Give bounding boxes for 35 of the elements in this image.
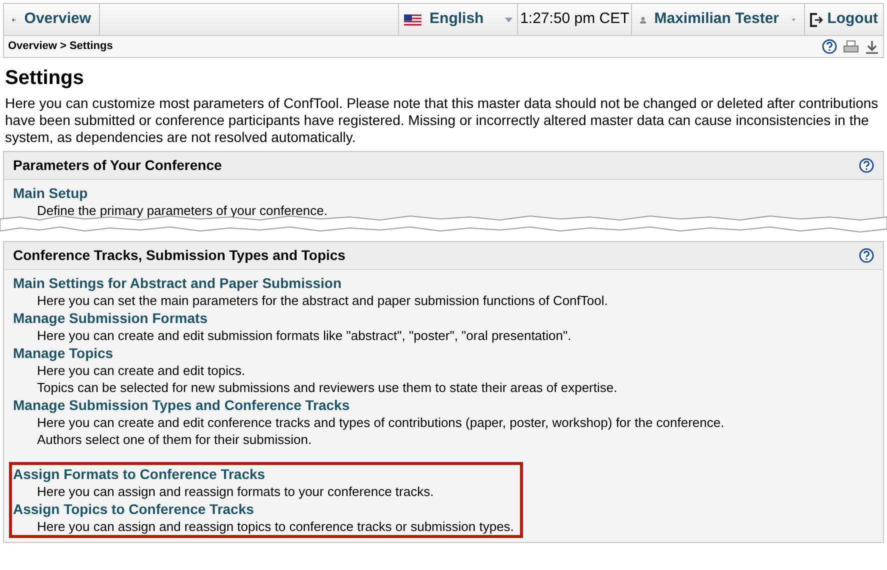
flag-icon <box>404 12 422 26</box>
settings-link[interactable]: Main Setup <box>13 184 88 202</box>
settings-link[interactable]: Manage Submission Types and Conference Tracks <box>13 396 350 414</box>
help-icon[interactable] <box>859 158 874 173</box>
settings-link[interactable]: Assign Formats to Conference Tracks <box>13 465 266 483</box>
breadcrumb: Overview > Settings <box>8 39 113 54</box>
description-text: Define the primary parameters of your conference. <box>36 202 328 219</box>
language-dropdown[interactable]: English <box>399 4 518 35</box>
caret-icon <box>791 16 796 24</box>
help-icon[interactable] <box>822 39 837 54</box>
description-text: Authors select one of them for their submission. <box>36 431 312 448</box>
description-text: Topics can be selected for new submissions and reviewers use them to state their areas of expertise. <box>36 379 618 396</box>
description-text: Here you can create and edit conference tracks and types of contributions (paper, poster, workshop) for the conference. <box>36 414 724 431</box>
intro-text: Here you can customize most parameters of ConfTool. Please note that this master data should not be changed or deleted after contributions have been submitted or conference participants have registered. Missing or incorrectly altered master data can cause inconsistencies in the system, as dependencies are not resolved automatically. <box>4 95 880 146</box>
overview-link[interactable]: Overview <box>4 4 100 35</box>
caret-icon <box>504 16 514 24</box>
description-text: Here you can assign and reassign formats to your conference tracks. <box>36 483 434 500</box>
clock-time: 1:27:50 pm CET <box>518 4 632 35</box>
settings-link[interactable]: Main Settings for Abstract and Paper Submission <box>13 274 342 292</box>
settings-link[interactable]: Assign Topics to Conference Tracks <box>13 500 254 518</box>
settings-link[interactable]: Manage Submission Formats <box>13 309 208 327</box>
page-title: Settings <box>4 66 85 91</box>
section-title: Parameters of Your Conference <box>13 156 222 175</box>
description-text: Here you can assign and reassign topics to conference tracks or submission types. <box>36 518 514 535</box>
description-text: Here you can create and edit submission formats like "abstract", "poster", "oral presentation". <box>36 327 572 344</box>
printer-icon[interactable] <box>843 40 859 54</box>
description-text: Here you can create and edit topics. <box>36 362 246 379</box>
section-title: Conference Tracks, Submission Types and Topics <box>13 246 346 265</box>
user-menu[interactable]: Maximilian Tester <box>632 4 806 35</box>
help-icon[interactable] <box>859 248 874 263</box>
description-text: Here you can set the main parameters for the abstract and paper submission functions of ConfTool. <box>36 292 608 309</box>
download-icon[interactable] <box>865 40 879 54</box>
logout-icon <box>810 12 824 26</box>
logout-button[interactable]: Logout <box>805 4 883 35</box>
settings-link[interactable]: Manage Topics <box>13 344 114 362</box>
